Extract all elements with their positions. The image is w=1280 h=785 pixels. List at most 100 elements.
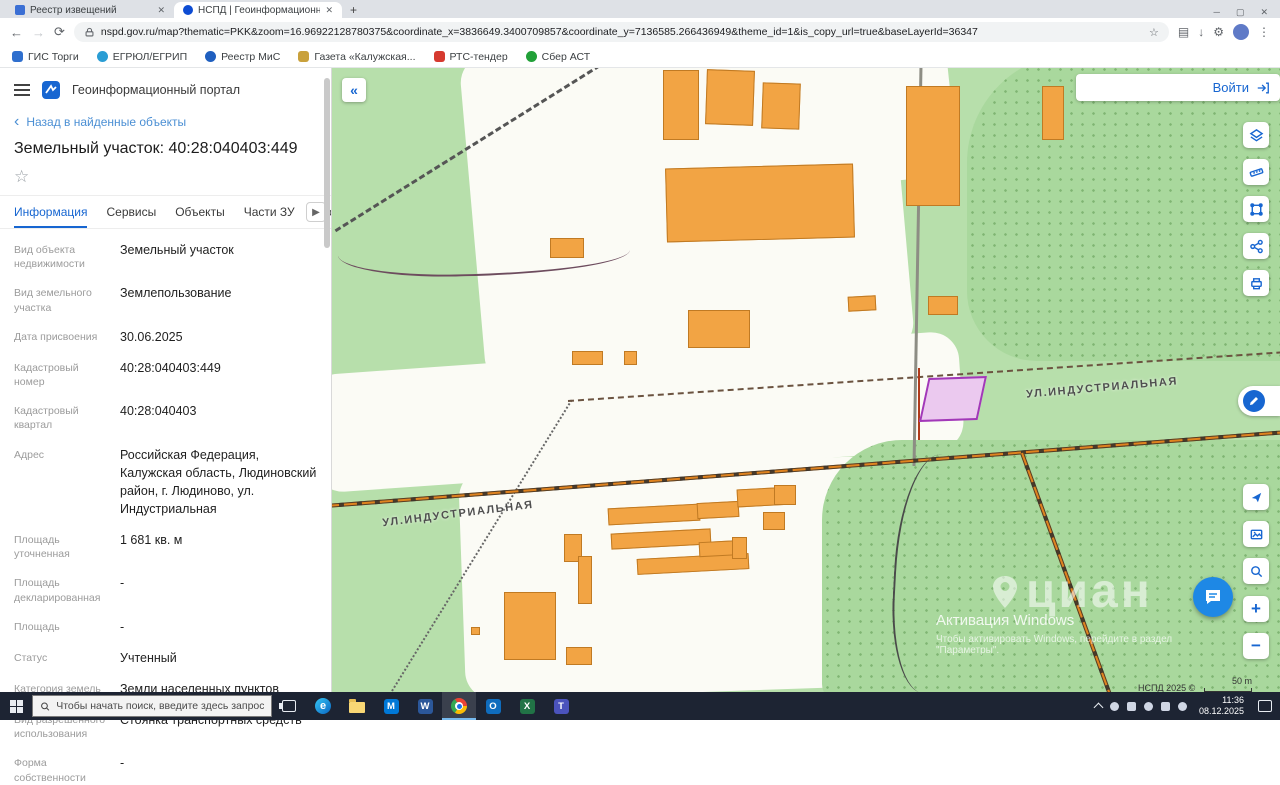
tray-expand-icon[interactable] [1094, 703, 1104, 713]
tray-icon[interactable] [1161, 702, 1170, 711]
browser-tab-inactive[interactable]: Реестр извещений ✕ [6, 2, 174, 18]
bookmark-item[interactable]: Реестр МиС [205, 51, 280, 63]
field-value: Учтенный [112, 649, 177, 667]
field-value: - [112, 574, 124, 604]
bookmark-item[interactable]: ЕГРЮЛ/ЕГРИП [97, 51, 187, 63]
share-button[interactable] [1243, 233, 1269, 259]
mail-app-button[interactable]: M [374, 692, 408, 720]
tray-icon[interactable] [1110, 702, 1119, 711]
tab-objects[interactable]: Объекты [175, 196, 225, 228]
scale-bar: 50 m [1204, 676, 1252, 692]
chat-support-button[interactable] [1193, 577, 1233, 617]
login-button[interactable]: Войти [1076, 74, 1280, 101]
field-label: Площадь [14, 618, 112, 636]
profile-avatar[interactable] [1233, 24, 1249, 40]
tab-close-icon[interactable]: ✕ [157, 5, 165, 16]
locate-button[interactable] [1243, 484, 1269, 510]
taskbar-search[interactable] [32, 695, 272, 717]
tray-icon[interactable] [1144, 702, 1153, 711]
close-icon[interactable]: ✕ [1260, 7, 1268, 18]
reload-icon[interactable]: ⟳ [54, 24, 65, 40]
minimize-icon[interactable]: ─ [1214, 7, 1220, 18]
share-icon [1249, 239, 1264, 254]
taskbar-clock[interactable]: 11:36 08.12.2025 [1195, 695, 1248, 718]
layers-button[interactable] [1243, 122, 1269, 148]
panel-tabs: Информация Сервисы Объекты Части ЗУ Сост… [0, 196, 331, 229]
select-area-button[interactable] [1243, 196, 1269, 222]
excel-button[interactable]: X [510, 692, 544, 720]
field-value: Землепользование [112, 284, 231, 314]
tabs-scroll-right-button[interactable]: ▶ [306, 202, 326, 222]
hamburger-menu-icon[interactable] [14, 89, 30, 91]
taskbar-search-input[interactable] [56, 700, 264, 712]
extensions-icon[interactable]: ⚙ [1213, 25, 1224, 39]
windows-taskbar: e M W O X T 11:36 08.12.2025 [0, 692, 1280, 720]
bookmark-item[interactable]: РТС-тендер [434, 51, 508, 63]
teams-button[interactable]: T [544, 692, 578, 720]
tab-close-icon[interactable]: ✕ [325, 5, 333, 16]
outlook-button[interactable]: O [476, 692, 510, 720]
bookmark-label: ГИС Торги [28, 51, 79, 63]
search-map-button[interactable] [1243, 558, 1269, 584]
field-label: Площадь уточненная [14, 531, 112, 561]
outlook-icon: O [486, 699, 501, 714]
bookmark-item[interactable]: ГИС Торги [12, 51, 79, 63]
collapse-panel-button[interactable]: « [342, 78, 366, 102]
zoom-in-button[interactable]: + [1243, 596, 1269, 622]
tab-services[interactable]: Сервисы [106, 196, 156, 228]
map-building [624, 351, 637, 365]
back-to-results-link[interactable]: ‹ Назад в найденные объекты [0, 107, 331, 131]
chrome-button-active[interactable] [442, 692, 476, 720]
print-button[interactable] [1243, 270, 1269, 296]
selected-parcel[interactable] [919, 376, 987, 422]
field-value: Земельный участок [112, 241, 234, 271]
bookmark-star-icon[interactable]: ☆ [1149, 26, 1159, 39]
favorite-row: ☆ [0, 160, 331, 196]
panel-scrollbar[interactable] [324, 78, 330, 248]
pin-icon [992, 575, 1018, 609]
maximize-icon[interactable]: ▢ [1236, 7, 1245, 18]
file-explorer-button[interactable] [340, 692, 374, 720]
browser-tab-active[interactable]: НСПД | Геоинформационный п ✕ [174, 2, 342, 18]
new-tab-button[interactable]: + [350, 2, 357, 18]
map-toolbar-bottom [1243, 484, 1269, 584]
system-tray: 11:36 08.12.2025 [1095, 695, 1280, 718]
action-center-icon[interactable] [1258, 700, 1272, 712]
measure-button[interactable] [1243, 159, 1269, 185]
downloads-icon[interactable]: ↓ [1198, 25, 1204, 39]
tray-icon[interactable] [1127, 702, 1136, 711]
clock-time: 11:36 [1199, 695, 1244, 706]
side-panel-icon[interactable]: ▤ [1178, 25, 1189, 39]
edge-icon: e [315, 698, 331, 714]
field-row: АдресРоссийская Федерация, Калужская обл… [14, 446, 317, 519]
tab-parts[interactable]: Части ЗУ [244, 196, 295, 228]
field-value: 40:28:040403 [112, 402, 196, 432]
favorite-star-icon[interactable]: ☆ [14, 167, 29, 186]
lock-icon [84, 27, 95, 38]
word-button[interactable]: W [408, 692, 442, 720]
back-icon[interactable]: ← [10, 25, 23, 40]
map-canvas[interactable]: УЛ.ИНДУСТРИАЛЬНАЯ УЛ.ИНДУСТРИАЛЬНАЯ циан… [332, 68, 1280, 692]
field-label: Вид земельного участка [14, 284, 112, 314]
windows-logo-icon [10, 700, 23, 713]
portal-logo-icon [42, 81, 60, 99]
tab-information[interactable]: Информация [14, 196, 87, 228]
bookmark-item[interactable]: Газета «Калужская... [298, 51, 415, 63]
panel-header: Геоинформационный портал [0, 68, 331, 107]
forward-icon[interactable]: → [32, 25, 45, 40]
field-value: Российская Федерация, Калужская область,… [112, 446, 317, 519]
task-view-icon [282, 700, 296, 712]
field-row: Вид земельного участкаЗемлепользование [14, 284, 317, 314]
zoom-out-button[interactable]: − [1243, 633, 1269, 659]
menu-dots-icon[interactable]: ⋮ [1258, 25, 1270, 39]
edge-taskbar-button[interactable]: e [306, 692, 340, 720]
pencil-icon [1243, 390, 1265, 412]
edit-tools-flyout[interactable] [1238, 386, 1280, 416]
bookmark-item[interactable]: Сбер АСТ [526, 51, 591, 63]
task-view-button[interactable] [272, 692, 306, 720]
tray-icon[interactable] [1178, 702, 1187, 711]
url-field[interactable]: nspd.gov.ru/map?thematic=PKK&zoom=16.969… [74, 22, 1169, 42]
start-button[interactable] [0, 692, 32, 720]
basemap-button[interactable] [1243, 521, 1269, 547]
map-forest-area [967, 68, 1280, 361]
